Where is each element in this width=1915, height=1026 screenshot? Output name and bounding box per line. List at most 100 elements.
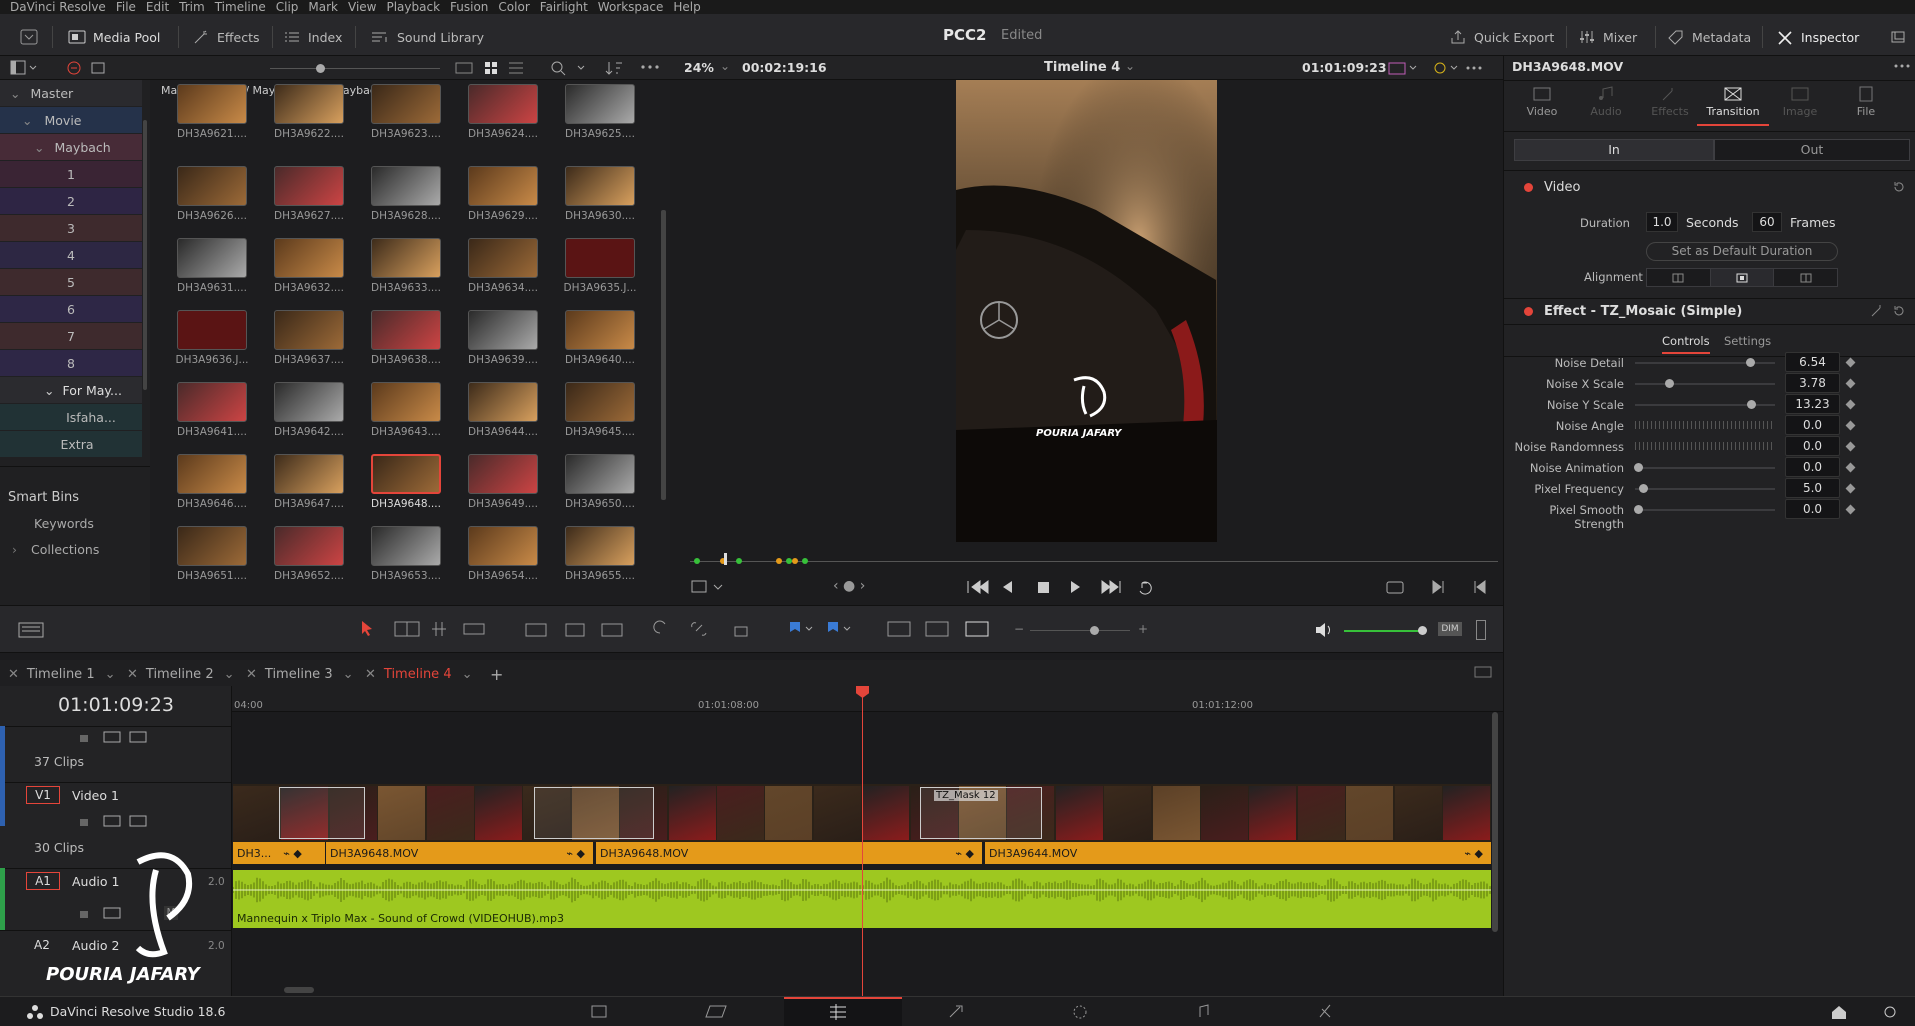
index-button[interactable]: Index — [283, 26, 342, 48]
duration-seconds-field[interactable]: 1.0 — [1646, 212, 1678, 232]
param-slider-knob[interactable] — [1745, 358, 1755, 367]
track-controls-v1[interactable] — [78, 814, 158, 828]
track-controls-v2[interactable] — [78, 730, 158, 744]
a2-track-label[interactable]: A2 — [34, 938, 50, 952]
bin-2[interactable]: 2 — [0, 188, 142, 214]
keyframe-icon[interactable] — [1845, 399, 1856, 410]
bin-8[interactable]: 8 — [0, 350, 142, 376]
menu-help[interactable]: Help — [673, 0, 700, 14]
view-mode-icons[interactable] — [455, 61, 525, 75]
dim-button[interactable]: DIM — [1438, 622, 1462, 636]
clip-thumbnail[interactable] — [177, 166, 247, 206]
param-slider-knob[interactable] — [1633, 463, 1643, 472]
zoom-tools[interactable] — [886, 619, 996, 639]
viewer-frame[interactable]: POURIA JAFARY — [956, 80, 1217, 542]
keyframe-icon[interactable] — [1845, 462, 1856, 473]
tab-transition[interactable]: Transition — [1697, 86, 1769, 126]
menu-view[interactable]: View — [348, 0, 376, 14]
a1-track-label[interactable]: A1 — [26, 872, 60, 890]
viewer-crop-icon[interactable] — [690, 578, 730, 596]
keyframe-icon[interactable] — [1845, 483, 1856, 494]
viewer-options-icons[interactable] — [1388, 61, 1488, 75]
menu-edit[interactable]: Edit — [146, 0, 169, 14]
clip-thumbnail[interactable] — [371, 310, 441, 350]
effect-options-icons[interactable] — [1870, 304, 1908, 318]
media-pool-button[interactable]: Media Pool — [68, 26, 160, 48]
menu-timeline[interactable]: Timeline — [215, 0, 266, 14]
effect-section-toggle[interactable] — [1524, 307, 1533, 316]
clip-thumbnail[interactable] — [274, 238, 344, 278]
param-value-field[interactable]: 5.0 — [1785, 478, 1840, 498]
bin-4[interactable]: 4 — [0, 242, 142, 268]
clip-bar-1[interactable]: DH3... ⌁ ◆ — [233, 842, 325, 864]
param-jog-wheel[interactable] — [1635, 421, 1775, 429]
keyframe-icon[interactable] — [1845, 441, 1856, 452]
clip-thumbnail[interactable] — [274, 526, 344, 566]
timeline-zoom-knob[interactable] — [1090, 626, 1099, 635]
menu-clip[interactable]: Clip — [276, 0, 299, 14]
param-value-field[interactable]: 0.0 — [1785, 499, 1840, 519]
bin-list-toggle-icon[interactable] — [10, 60, 40, 76]
param-slider-knob[interactable] — [1639, 484, 1649, 493]
menu-file[interactable]: File — [116, 0, 136, 14]
bin-isfahan[interactable]: Isfaha... — [0, 404, 142, 430]
search-icon[interactable] — [550, 60, 590, 76]
clip-thumbnail[interactable] — [371, 382, 441, 422]
clip-thumbnail[interactable] — [177, 526, 247, 566]
tab-video[interactable]: Video — [1512, 86, 1572, 126]
clip-thumbnail[interactable] — [274, 84, 344, 124]
quick-export-button[interactable]: Quick Export — [1449, 26, 1554, 48]
clip-thumbnail[interactable] — [565, 310, 635, 350]
bin-movie[interactable]: ⌄ Movie — [0, 107, 142, 133]
param-slider[interactable] — [1635, 509, 1775, 511]
bin-maybach[interactable]: ⌄ Maybach — [0, 134, 142, 160]
tab-audio[interactable]: Audio — [1576, 86, 1636, 126]
bin-7[interactable]: 7 — [0, 323, 142, 349]
param-value-field[interactable]: 3.78 — [1785, 373, 1840, 393]
zoom-in-icon[interactable]: + — [1138, 622, 1148, 636]
bin-master[interactable]: ⌄ Master — [0, 80, 142, 106]
clip-thumbnail[interactable] — [468, 526, 538, 566]
bin-extra[interactable]: Extra — [0, 431, 142, 457]
alignment-buttons[interactable] — [1646, 268, 1838, 287]
param-value-field[interactable]: 0.0 — [1785, 457, 1840, 477]
clip-thumbnail[interactable] — [565, 166, 635, 206]
meter-toggle[interactable] — [1476, 620, 1486, 640]
clip-thumbnail[interactable] — [468, 238, 538, 278]
param-jog-wheel[interactable] — [1635, 442, 1775, 450]
tab-image[interactable]: Image — [1770, 86, 1830, 126]
menu-workspace[interactable]: Workspace — [598, 0, 664, 14]
clip-thumbnail[interactable] — [371, 166, 441, 206]
pool-scrollbar[interactable] — [661, 210, 666, 500]
menu-playback[interactable]: Playback — [386, 0, 440, 14]
effects-button[interactable]: Effects — [192, 26, 260, 48]
param-slider[interactable] — [1635, 467, 1775, 469]
align-end-button[interactable] — [1774, 269, 1837, 286]
clip-thumbnail[interactable] — [468, 166, 538, 206]
menu-fairlight[interactable]: Fairlight — [540, 0, 588, 14]
clip-thumbnail[interactable] — [274, 166, 344, 206]
bin-1[interactable]: 1 — [0, 161, 142, 187]
bin-color-icon[interactable] — [66, 60, 106, 76]
tab-timeline-4[interactable]: ✕ Timeline 4 ⌄ — [365, 665, 473, 683]
thumbnail-zoom-knob[interactable] — [316, 64, 325, 73]
bin-3[interactable]: 3 — [0, 215, 142, 241]
tab-settings[interactable]: Settings — [1724, 334, 1771, 348]
clip-thumbnail[interactable] — [468, 454, 538, 494]
tab-effects[interactable]: Effects — [1640, 86, 1700, 126]
v1-track-label[interactable]: V1 — [26, 786, 60, 804]
clip-thumbnail[interactable] — [565, 382, 635, 422]
bin-for-maybach[interactable]: ⌄ For May... — [0, 377, 142, 403]
scrub-playhead[interactable] — [724, 553, 727, 565]
bin-scrollbar[interactable] — [143, 120, 147, 390]
transport-controls[interactable] — [966, 578, 1166, 596]
smart-bin-keywords[interactable]: Keywords — [34, 516, 94, 531]
smart-bin-collections[interactable]: › Collections — [12, 542, 99, 557]
clip-thumbnail[interactable] — [177, 84, 247, 124]
timeline-zoom-slider[interactable] — [1030, 630, 1130, 631]
mixer-button[interactable]: Mixer — [1578, 26, 1637, 48]
param-value-field[interactable]: 0.0 — [1785, 436, 1840, 456]
status-right-icons[interactable] — [1830, 1004, 1900, 1020]
viewer-timeline-name[interactable]: Timeline 4 — [1044, 60, 1120, 75]
timeline-tab-options-icon[interactable] — [1474, 665, 1494, 679]
